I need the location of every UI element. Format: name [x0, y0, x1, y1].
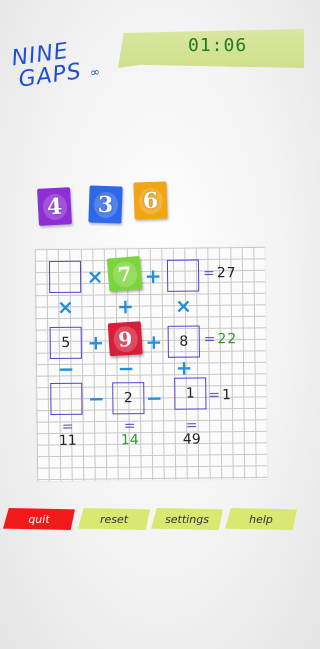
infinity-icon: ∞	[88, 64, 102, 80]
col2-result: = 14	[120, 418, 139, 449]
op-c3-23: +	[175, 355, 193, 380]
cell-r3c1[interactable]	[50, 382, 83, 416]
tile-digit: 6	[138, 187, 163, 214]
tile-4[interactable]: 4	[37, 187, 72, 226]
op-r2-1: +	[87, 330, 105, 355]
cell-r1c3[interactable]	[166, 259, 200, 292]
row2-result: =22	[203, 331, 238, 348]
help-button[interactable]: help	[225, 508, 297, 530]
row3-result: =1	[208, 387, 233, 404]
timer-banner: 01:06	[118, 29, 304, 68]
tile-digit: 3	[93, 191, 118, 218]
op-r1-2: +	[144, 263, 162, 289]
col1-result: = 11	[58, 418, 77, 449]
cell-r3c3[interactable]: 1	[174, 377, 207, 410]
op-c2-23: −	[117, 356, 135, 381]
tile-digit: 9	[112, 325, 139, 353]
op-r2-2: +	[145, 329, 163, 355]
op-c1-23: −	[57, 356, 75, 381]
row1-result: =27	[202, 265, 237, 282]
op-c2-12: +	[116, 294, 134, 319]
op-c1-12: ×	[56, 294, 74, 319]
op-c3-12: ×	[174, 293, 192, 318]
timer-value: 01:06	[188, 35, 248, 56]
settings-button[interactable]: settings	[151, 508, 223, 530]
fixed-tile-9: 9	[107, 321, 143, 357]
op-r3-1: −	[87, 386, 105, 411]
cell-r2c1[interactable]: 5	[49, 326, 82, 360]
tile-digit: 4	[41, 192, 68, 221]
cell-r2c3[interactable]: 8	[167, 325, 200, 358]
tile-digit: 7	[111, 259, 138, 288]
cell-r3c2[interactable]: 2	[112, 382, 145, 415]
tile-6[interactable]: 6	[133, 181, 168, 220]
col3-result: = 49	[182, 417, 201, 448]
puzzle-board: × 7 + =27 × + × 5 + 9 + 8 =22 − − + − 2 …	[34, 246, 268, 482]
reset-button[interactable]: reset	[78, 508, 150, 530]
quit-button[interactable]: quit	[3, 508, 75, 530]
bottom-menu: quit reset settings help	[0, 508, 300, 532]
cell-r1c1[interactable]	[48, 260, 82, 294]
fixed-tile-7: 7	[106, 256, 143, 292]
op-r1-1: ×	[86, 264, 104, 289]
op-r3-2: −	[145, 385, 163, 411]
app-logo: NINE GAPS ∞	[10, 32, 137, 108]
tile-3[interactable]: 3	[88, 185, 123, 224]
